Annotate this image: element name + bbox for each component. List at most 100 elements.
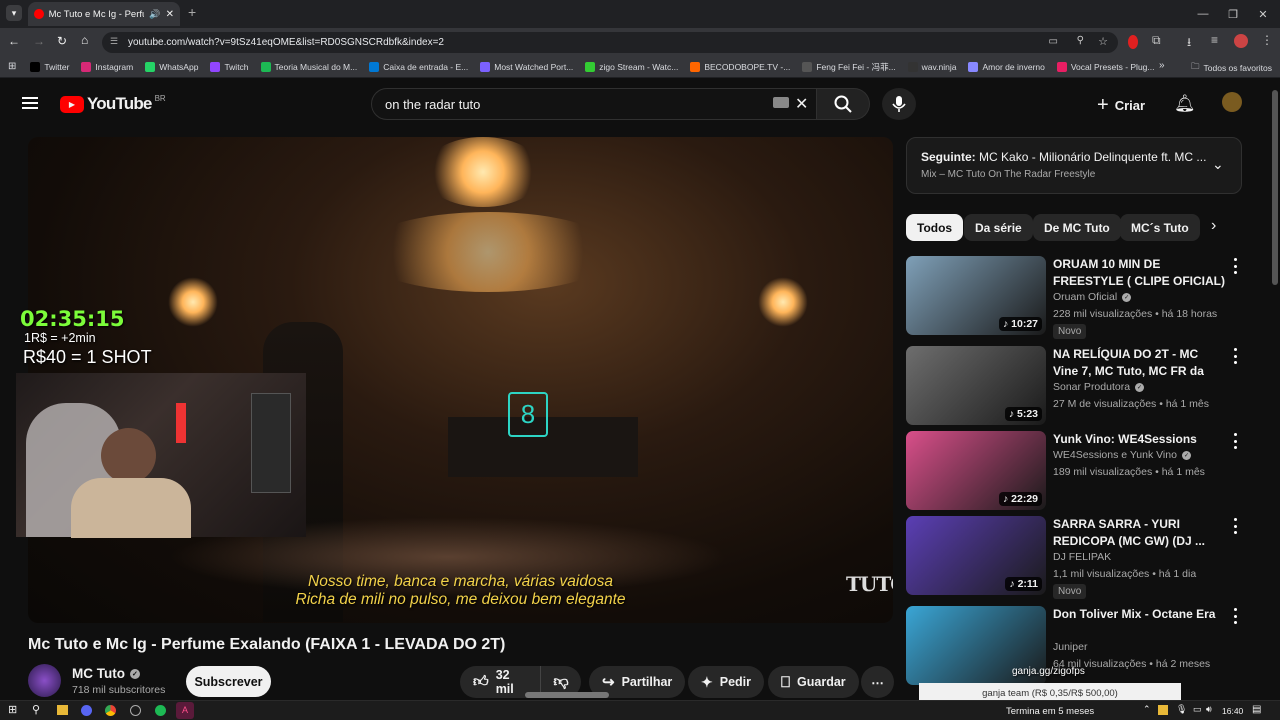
ask-button[interactable]: ✦ Pedir (688, 666, 764, 698)
notification-center-icon[interactable]: ▤ (1252, 704, 1261, 715)
tray-chevron-icon[interactable]: ⌃ (1143, 704, 1151, 715)
browser-menu-icon[interactable]: ⋮ (1261, 33, 1273, 47)
chips-next-icon[interactable]: › (1211, 217, 1216, 235)
media-control-icon[interactable]: ≡ (1211, 33, 1218, 47)
channel-name[interactable]: MC Tuto ✓ (72, 666, 140, 681)
account-avatar[interactable] (1222, 92, 1242, 112)
tray-mic-icon[interactable]: 🎙︎ (1176, 704, 1187, 715)
video-thumbnail[interactable]: ♪ 22:29 (906, 431, 1046, 510)
home-icon[interactable]: ⌂ (81, 33, 88, 47)
video-thumbnail[interactable]: ♪ 2:11 (906, 516, 1046, 595)
volume-icon[interactable]: 🔊︎ (1206, 704, 1212, 715)
chip-from-channel[interactable]: De MC Tuto (1033, 214, 1121, 241)
more-options-icon[interactable] (1230, 348, 1240, 364)
windows-start-icon[interactable]: ⊞ (8, 703, 17, 716)
bookmark-item[interactable]: Vocal Presets - Plug... (1056, 61, 1154, 72)
recommendation-title[interactable]: Yunk Vino: WE4Sessions (1053, 431, 1225, 448)
recommendation-channel[interactable]: Oruam Oficial ✓ (1053, 291, 1132, 303)
speaker-icon[interactable]: 🔊 (149, 9, 160, 20)
bookmark-item[interactable]: Amor de inverno (968, 61, 1045, 72)
bookmark-star-icon[interactable]: ☆ (1098, 35, 1108, 48)
more-options-icon[interactable] (1230, 518, 1240, 534)
extensions-icon[interactable]: ⧉ (1152, 33, 1161, 48)
bookmark-item[interactable]: Twitter (30, 61, 69, 72)
forward-icon[interactable]: → (33, 34, 45, 48)
network-icon[interactable]: ▭ (1193, 704, 1202, 715)
more-options-icon[interactable] (1230, 433, 1240, 449)
discord-icon[interactable] (81, 705, 92, 716)
channel-avatar[interactable] (28, 664, 61, 697)
file-explorer-icon[interactable] (57, 705, 68, 715)
download-icon[interactable]: ⭳ (1187, 33, 1191, 54)
bookmark-item[interactable]: Most Watched Port... (480, 61, 573, 72)
search-input[interactable]: on the radar tuto ✕ (371, 88, 817, 120)
next-up-panel[interactable]: Seguinte: MC Kako - Milionário Delinquen… (906, 137, 1242, 194)
reload-icon[interactable]: ↻ (57, 34, 67, 48)
browser-tab[interactable]: Mc Tuto e Mc Ig - Perfume 🔊 ✕ (28, 2, 180, 26)
scroll-handle[interactable] (525, 692, 609, 698)
hamburger-menu-icon[interactable] (22, 97, 38, 109)
address-bar[interactable]: ☰ youtube.com/watch?v=9tSz41eqOME&list=R… (102, 32, 1118, 53)
recommendation-title[interactable]: Don Toliver Mix - Octane Era (1053, 606, 1225, 623)
profile-avatar[interactable] (1234, 34, 1248, 48)
recommendation-title[interactable]: ORUAM 10 MIN DE FREESTYLE ( CLIPE OFICIA… (1053, 256, 1225, 290)
create-button[interactable]: + Criar (1097, 94, 1145, 117)
chrome-icon[interactable] (105, 705, 116, 716)
recommendation-title[interactable]: SARRA SARRA - YURI REDICOPA (MC GW) (DJ … (1053, 516, 1225, 550)
video-thumbnail[interactable]: ♪ 10:27 (906, 256, 1046, 335)
bookmark-item[interactable]: WhatsApp (145, 61, 198, 72)
close-window-icon[interactable]: ✕ (1244, 0, 1280, 28)
more-bookmarks-icon[interactable]: » (1159, 60, 1165, 71)
apps-grid-icon[interactable]: ⊞ (8, 61, 16, 72)
scrollbar-thumb[interactable] (1272, 90, 1278, 285)
recommendation-channel[interactable]: WE4Sessions e Yunk Vino ✓ (1053, 449, 1191, 461)
cast-icon[interactable]: ▭ (1049, 36, 1058, 47)
recommendation-item[interactable]: ♪ 2:11 SARRA SARRA - YURI REDICOPA (MC GW… (906, 516, 1244, 599)
zoom-icon[interactable]: ⚲ (1077, 35, 1084, 46)
more-options-icon[interactable] (1230, 258, 1240, 274)
notifications-bell-icon[interactable]: 🔔︎ (1174, 94, 1196, 114)
chip-series[interactable]: Da série (964, 214, 1033, 241)
extension-red-icon[interactable] (1128, 35, 1138, 49)
bookmark-item[interactable]: Caixa de entrada - E... (369, 61, 468, 72)
obs-icon[interactable] (130, 705, 141, 716)
bookmark-item[interactable]: wav.ninja (907, 61, 956, 72)
recommendation-item[interactable]: ♪ 22:29 Yunk Vino: WE4Sessions WE4Sessions… (906, 431, 1244, 511)
save-button[interactable]: ⎕ Guardar (768, 666, 859, 698)
chevron-down-icon[interactable]: ⌄ (1212, 156, 1224, 173)
recommendation-channel[interactable]: Juniper (1053, 641, 1087, 653)
tab-close-icon[interactable]: ✕ (166, 9, 174, 20)
search-button[interactable] (817, 88, 870, 120)
more-options-icon[interactable] (1230, 608, 1240, 624)
subscribe-button[interactable]: Subscrever (186, 666, 271, 697)
bookmark-item[interactable]: Feng Fei Fei - 冯菲... (802, 61, 896, 73)
bookmark-item[interactable]: Teoria Musical do M... (260, 61, 357, 72)
bookmark-item[interactable]: Instagram (81, 61, 133, 72)
youtube-logo[interactable]: ▶ YouTube BR (60, 94, 166, 114)
recommendation-item[interactable]: ♪ 10:27 ORUAM 10 MIN DE FREESTYLE ( CLIPE… (906, 256, 1244, 339)
tray-app-icon[interactable] (1158, 705, 1168, 715)
chip-tuto[interactable]: MC´s Tuto (1120, 214, 1200, 241)
recommendation-item[interactable]: ♪ 5:23 NA RELÍQUIA DO 2T - MC Vine 7, MC … (906, 346, 1244, 426)
bookmark-item[interactable]: BECODOBOPE.TV -... (690, 61, 790, 72)
new-tab-icon[interactable]: + (188, 4, 196, 20)
taskbar-search-icon[interactable]: ⚲ (32, 703, 40, 716)
page-scrollbar[interactable] (1270, 78, 1280, 700)
chip-all[interactable]: Todos (906, 214, 964, 241)
recommendation-channel[interactable]: Sonar Produtora ✓ (1053, 381, 1145, 393)
voice-search-button[interactable] (882, 88, 916, 120)
bookmark-item[interactable]: Twitch (210, 61, 249, 72)
all-bookmarks-folder[interactable]: 🗀 Todos os favoritos (1191, 61, 1272, 75)
app-icon[interactable]: A (176, 702, 194, 719)
keyboard-icon[interactable] (773, 97, 789, 108)
back-icon[interactable]: ← (8, 34, 20, 48)
video-thumbnail[interactable]: ♪ 5:23 (906, 346, 1046, 425)
site-info-icon[interactable]: ☰ (110, 36, 118, 47)
more-actions-button[interactable]: ⋯ (861, 666, 894, 698)
tab-search-icon[interactable]: ▾ (6, 5, 22, 21)
clear-search-icon[interactable]: ✕ (795, 94, 808, 114)
recommendation-channel[interactable]: DJ FELIPAK (1053, 551, 1111, 563)
bookmark-item[interactable]: zigo Stream - Watc... (585, 61, 678, 72)
spotify-icon[interactable] (155, 705, 166, 716)
recommendation-title[interactable]: NA RELÍQUIA DO 2T - MC Vine 7, MC Tuto, … (1053, 346, 1225, 380)
